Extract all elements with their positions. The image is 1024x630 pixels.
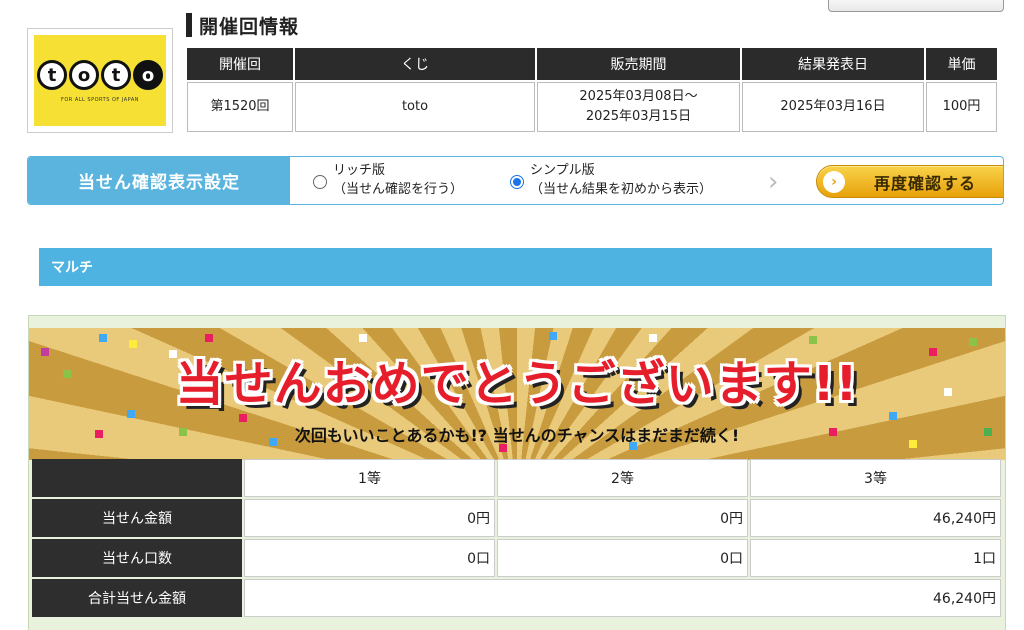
section-title: 開催回情報 bbox=[199, 15, 300, 38]
row-label-count: 当せん口数 bbox=[32, 539, 242, 577]
amount-grade-2: 0円 bbox=[497, 499, 748, 537]
multi-section-header: マルチ bbox=[39, 248, 992, 286]
grade-1: 1等 bbox=[244, 459, 495, 497]
chevron-right-icon: › bbox=[768, 167, 779, 197]
radio-simple-title: シンプル版 bbox=[530, 163, 595, 178]
arrow-right-icon: › bbox=[823, 170, 845, 193]
count-grade-1: 0口 bbox=[244, 539, 495, 577]
table-row: 当せん口数 0口 0口 1口 bbox=[32, 539, 1001, 577]
header-sale-period: 販売期間 bbox=[537, 48, 740, 80]
table-row: 第1520回 toto 2025年03月08日〜 2025年03月15日 202… bbox=[187, 82, 997, 132]
table-row: 当せん金額 0円 0円 46,240円 bbox=[32, 499, 1001, 537]
section-heading: 開催回情報 bbox=[186, 12, 299, 38]
banner-subtitle: 次回もいいことあるかも!? 当せんのチャンスはまだまだ続く! bbox=[294, 426, 740, 445]
logo-letter: o bbox=[133, 60, 163, 90]
prize-header-row: 1等 2等 3等 bbox=[32, 459, 1001, 497]
radio-rich-desc: （当せん確認を行う） bbox=[333, 182, 464, 197]
confetti bbox=[809, 336, 817, 344]
recheck-button-label: 再度確認する bbox=[873, 173, 976, 193]
round-value: 第1520回 bbox=[187, 82, 293, 132]
radio-simple-desc: （当せん結果を初めから表示） bbox=[530, 182, 713, 197]
lottery-value: toto bbox=[295, 82, 535, 132]
grade-3: 3等 bbox=[750, 459, 1001, 497]
radio-option-simple[interactable]: シンプル版 （当せん結果を初めから表示） bbox=[510, 161, 712, 199]
confetti bbox=[239, 414, 247, 422]
amount-grade-1: 0円 bbox=[244, 499, 495, 537]
amount-grade-3: 46,240円 bbox=[750, 499, 1001, 537]
logo-letter: t bbox=[37, 60, 67, 90]
sale-period-end: 2025年03月15日 bbox=[585, 109, 692, 124]
header-lottery: くじ bbox=[295, 48, 535, 80]
grade-2: 2等 bbox=[497, 459, 748, 497]
confetti bbox=[99, 334, 107, 342]
display-settings-label: 当せん確認表示設定 bbox=[28, 157, 290, 204]
row-label-total: 合計当せん金額 bbox=[32, 579, 242, 617]
radio-simple-label: シンプル版 （当せん結果を初めから表示） bbox=[530, 161, 712, 199]
row-label-amount: 当せん金額 bbox=[32, 499, 242, 537]
confetti bbox=[649, 334, 657, 342]
confetti bbox=[205, 334, 213, 342]
heading-bar bbox=[186, 13, 192, 37]
display-settings-panel: 当せん確認表示設定 リッチ版 （当せん確認を行う） シンプル版 （当せん結果を初… bbox=[27, 156, 1004, 205]
confetti bbox=[549, 332, 557, 340]
header-price: 単価 bbox=[926, 48, 997, 80]
prize-header-blank bbox=[32, 459, 242, 497]
congratulations-banner: 当せんおめでとうございます!! 次回もいいことあるかも!? 当せんのチャンスはま… bbox=[29, 328, 1005, 460]
price-value: 100円 bbox=[926, 82, 997, 132]
radio-simple[interactable] bbox=[510, 175, 524, 189]
toto-logo: t o t o FOR ALL SPORTS OF JAPAN bbox=[27, 28, 173, 133]
logo-tagline: FOR ALL SPORTS OF JAPAN bbox=[60, 97, 140, 103]
count-grade-2: 0口 bbox=[497, 539, 748, 577]
count-grade-3: 1口 bbox=[750, 539, 1001, 577]
sale-period-value: 2025年03月08日〜 2025年03月15日 bbox=[537, 82, 740, 132]
prize-table: 1等 2等 3等 当せん金額 0円 0円 46,240円 当せん口数 0口 0口… bbox=[30, 457, 1003, 619]
confetti bbox=[359, 334, 367, 342]
logo-letter: t bbox=[101, 60, 131, 90]
result-date-value: 2025年03月16日 bbox=[742, 82, 924, 132]
radio-option-rich[interactable]: リッチ版 （当せん確認を行う） bbox=[313, 161, 463, 199]
recheck-button[interactable]: › 再度確認する bbox=[816, 165, 1003, 198]
logo-letters: t o t o bbox=[34, 60, 166, 90]
header-result-date: 結果発表日 bbox=[742, 48, 924, 80]
sale-period-start: 2025年03月08日〜 bbox=[579, 89, 698, 104]
result-panel: 当せんおめでとうございます!! 次回もいいことあるかも!? 当せんのチャンスはま… bbox=[28, 315, 1006, 630]
banner-title: 当せんおめでとうございます!! bbox=[175, 356, 859, 412]
multi-label: マルチ bbox=[51, 260, 93, 276]
table-header-row: 開催回 くじ 販売期間 結果発表日 単価 bbox=[187, 48, 997, 80]
table-row: 合計当せん金額 46,240円 bbox=[32, 579, 1001, 617]
round-info-table: 開催回 くじ 販売期間 結果発表日 単価 第1520回 toto 2025年03… bbox=[185, 46, 999, 134]
top-button[interactable] bbox=[828, 0, 1004, 12]
logo-background: t o t o FOR ALL SPORTS OF JAPAN bbox=[34, 35, 166, 126]
radio-rich-label: リッチ版 （当せん確認を行う） bbox=[333, 161, 463, 199]
header-round: 開催回 bbox=[187, 48, 293, 80]
logo-letter: o bbox=[69, 60, 99, 90]
radio-rich-title: リッチ版 bbox=[333, 163, 386, 178]
radio-rich[interactable] bbox=[313, 175, 327, 189]
total-value: 46,240円 bbox=[244, 579, 1001, 617]
